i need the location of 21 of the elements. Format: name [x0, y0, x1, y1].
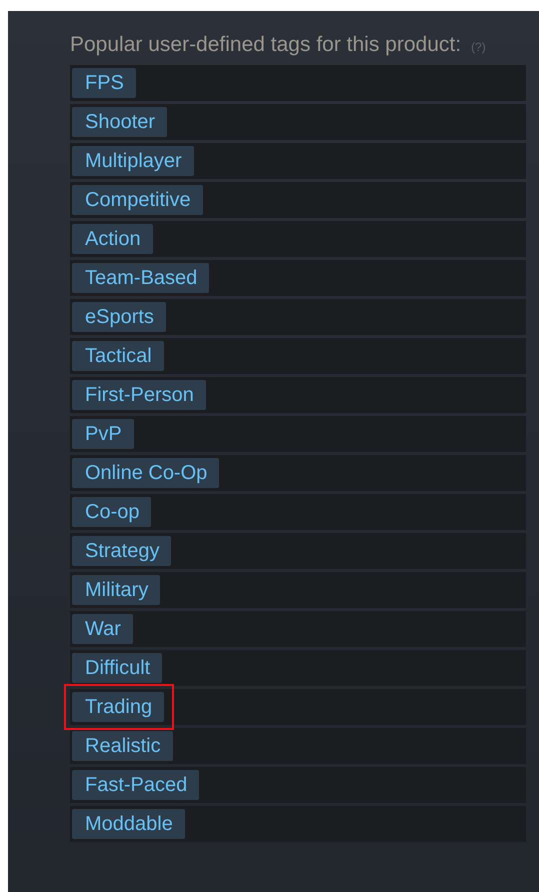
tag-link[interactable]: PvP — [72, 419, 134, 449]
tag-link[interactable]: Strategy — [72, 536, 172, 566]
tag-link[interactable]: Competitive — [72, 185, 203, 215]
tag-link[interactable]: eSports — [72, 302, 166, 332]
tag-link[interactable]: Realistic — [72, 731, 173, 761]
tag-link[interactable]: Shooter — [72, 107, 168, 137]
tag-link[interactable]: First-Person — [72, 380, 206, 410]
tag-link[interactable]: Multiplayer — [72, 146, 194, 176]
tag-link[interactable]: Fast-Paced — [72, 770, 200, 800]
tag-link[interactable]: Online Co-Op — [72, 458, 220, 488]
tag-link[interactable]: War — [72, 614, 133, 644]
tag-link[interactable]: Trading — [72, 692, 164, 722]
tag-link[interactable]: Action — [72, 224, 153, 254]
tags-heading: Popular user-defined tags for this product: — [70, 33, 462, 56]
tag-link[interactable]: Tactical — [72, 341, 164, 371]
tag-link[interactable]: Co-op — [72, 497, 152, 527]
tag-link[interactable]: Military — [72, 575, 160, 605]
tag-link[interactable]: Team-Based — [72, 263, 210, 293]
tag-link[interactable]: FPS — [72, 68, 136, 98]
tag-link[interactable]: Difficult — [72, 653, 162, 683]
tag-link[interactable]: Moddable — [72, 809, 185, 839]
